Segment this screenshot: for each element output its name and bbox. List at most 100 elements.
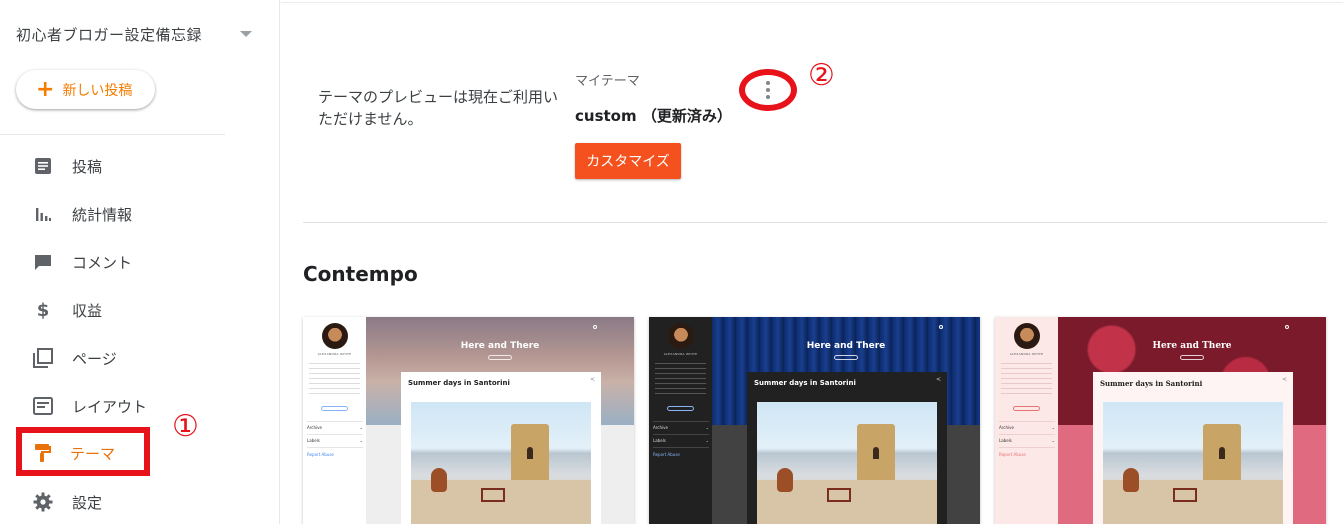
photo-window: [1219, 447, 1225, 459]
divider: [999, 434, 1055, 435]
sidebar-item-label: 収益: [72, 301, 103, 320]
hero-title: Here and There: [460, 341, 540, 351]
avatar: [1014, 323, 1040, 349]
more-options-icon[interactable]: [756, 78, 780, 102]
sidebar-item-stats[interactable]: 統計情報: [0, 194, 270, 234]
annotation-marker-1: ①: [172, 409, 199, 444]
text-line: [309, 373, 360, 374]
sidebar-item-label: コメント: [72, 253, 133, 272]
chevron-down-icon: ⌄: [705, 438, 709, 443]
sidebar-item-settings[interactable]: 設定: [0, 482, 270, 522]
sidebar-item-earnings[interactable]: $ 収益: [0, 290, 270, 330]
text-line: [309, 378, 360, 379]
visit-profile-button: [667, 406, 694, 411]
text-line: [655, 363, 706, 364]
sidebar-item-label: 設定: [72, 493, 103, 512]
chevron-down-icon: ⌄: [359, 425, 363, 430]
annotation-highlight-box: [16, 427, 150, 476]
preview-unavailable-text: テーマのプレビューは現在ご利用いただけません。: [318, 88, 559, 128]
divider: [653, 434, 709, 435]
hero-title: Here and There: [1152, 341, 1232, 351]
post-title: Summer days in Santorini: [1100, 379, 1203, 388]
photo-railing: [827, 488, 851, 502]
text-line: [655, 388, 706, 389]
text-line: [1001, 363, 1052, 364]
author-name: ALEXANDRA WHITE: [1009, 352, 1044, 356]
archive-row: Archive ⌄: [653, 425, 709, 430]
search-icon: [939, 325, 943, 329]
photo-pot: [1123, 468, 1139, 492]
layout-icon: [33, 396, 53, 416]
archive-label: Archive: [999, 425, 1014, 430]
pages-icon: [33, 348, 53, 368]
sidebar-item-label: レイアウト: [72, 397, 148, 416]
hero-subscribe-button: [834, 355, 858, 360]
chevron-down-icon: ⌄: [1051, 438, 1055, 443]
blog-switcher[interactable]: 初心者ブロガー設定備忘録: [16, 22, 256, 46]
archive-label: Archive: [653, 425, 668, 430]
photo-pot: [431, 468, 447, 492]
text-line: [309, 383, 360, 384]
labels-row: Labels ⌄: [999, 438, 1055, 443]
report-abuse-label: Report Abuse: [307, 452, 334, 457]
divider: [653, 447, 709, 448]
gear-icon: [33, 492, 53, 512]
archive-row: Archive ⌄: [307, 425, 363, 430]
divider: [999, 447, 1055, 448]
text-line: [1001, 383, 1052, 384]
text-line: [655, 393, 706, 394]
dropdown-caret-icon: [240, 31, 252, 37]
author-name: ALEXANDRA WHITE: [317, 352, 352, 356]
text-line: [655, 373, 706, 374]
text-line: [309, 363, 360, 364]
hero-title: Here and There: [806, 341, 886, 351]
share-icon: <: [935, 376, 941, 383]
text-line: [309, 393, 360, 394]
photo-railing: [481, 488, 505, 502]
report-abuse-link: Report Abuse: [307, 452, 363, 457]
visit-profile-button: [321, 406, 348, 411]
card-sidebar: ALEXANDRA WHITE Archive ⌄ Labels ⌄ Report …: [995, 317, 1058, 524]
chevron-down-icon: ⌄: [1051, 425, 1055, 430]
divider: [653, 421, 709, 422]
sidebar-item-label: 統計情報: [72, 205, 133, 224]
photo-railing: [1173, 488, 1197, 502]
theme-card-dark[interactable]: ALEXANDRA WHITE Archive ⌄ Labels ⌄ Report …: [649, 317, 980, 524]
archive-row: Archive ⌄: [999, 425, 1055, 430]
avatar: [322, 323, 348, 349]
share-icon: <: [1281, 376, 1287, 383]
text-line: [1001, 378, 1052, 379]
sidebar-item-label: ページ: [72, 349, 117, 368]
post-card: Summer days in Santorini <: [747, 372, 947, 524]
divider: [307, 447, 363, 448]
card-sidebar: ALEXANDRA WHITE Archive ⌄ Labels ⌄ Report …: [303, 317, 366, 524]
post-photo: [1103, 402, 1283, 524]
theme-card-pink[interactable]: ALEXANDRA WHITE Archive ⌄ Labels ⌄ Report …: [995, 317, 1326, 524]
current-theme-name: custom （更新済み）: [575, 107, 732, 125]
share-icon: <: [589, 376, 595, 383]
photo-window: [873, 447, 879, 459]
new-post-button[interactable]: + 新しい投稿: [16, 70, 155, 109]
report-abuse-link: Report Abuse: [653, 452, 709, 457]
labels-row: Labels ⌄: [307, 438, 363, 443]
comment-icon: [33, 252, 53, 272]
theme-card-light[interactable]: ALEXANDRA WHITE Archive ⌄ Labels ⌄ Report …: [303, 317, 634, 524]
customize-button[interactable]: カスタマイズ: [575, 143, 681, 179]
sidebar-item-layout[interactable]: レイアウト: [0, 386, 270, 426]
sidebar-item-comments[interactable]: コメント: [0, 242, 270, 282]
posts-icon: [33, 156, 53, 176]
text-line: [1001, 373, 1052, 374]
sidebar-divider: [0, 134, 225, 135]
sidebar-item-posts[interactable]: 投稿: [0, 146, 270, 186]
text-line: [309, 388, 360, 389]
divider: [307, 421, 363, 422]
labels-label: Labels: [999, 438, 1012, 443]
sidebar-item-pages[interactable]: ページ: [0, 338, 270, 378]
search-icon: [593, 325, 597, 329]
text-line: [655, 383, 706, 384]
report-abuse-label: Report Abuse: [999, 452, 1026, 457]
photo-pot: [777, 468, 793, 492]
chevron-down-icon: ⌄: [705, 425, 709, 430]
plus-icon: +: [36, 76, 55, 102]
avatar: [668, 323, 694, 349]
